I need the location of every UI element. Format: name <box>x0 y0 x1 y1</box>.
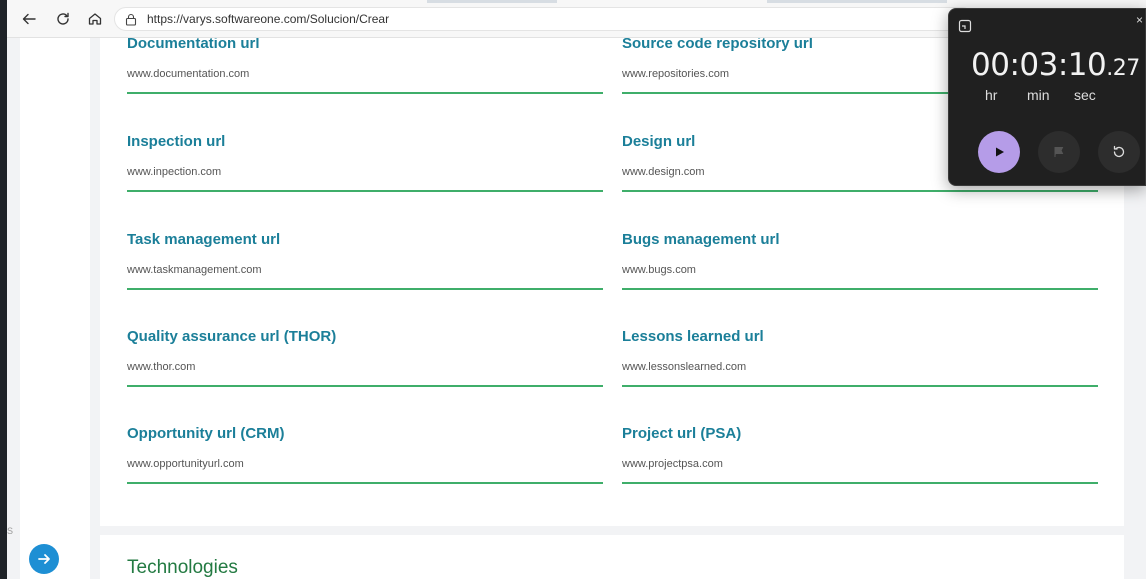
field-value[interactable]: www.projectpsa.com <box>622 457 1098 471</box>
time-main: 00:03:10 <box>971 47 1107 83</box>
address-bar[interactable]: https://varys.softwareone.com/Solucion/C… <box>114 7 974 31</box>
field-underline <box>622 190 1098 192</box>
field-value[interactable]: www.lessonslearned.com <box>622 360 1098 374</box>
field-value[interactable]: www.inpection.com <box>127 165 603 179</box>
play-button[interactable] <box>978 131 1020 173</box>
reset-button[interactable] <box>1098 131 1140 173</box>
home-button[interactable] <box>83 7 107 31</box>
unit-hr: hr <box>985 87 998 103</box>
field-underline <box>127 385 603 387</box>
technologies-title: Technologies <box>127 557 238 578</box>
field-label: Opportunity url (CRM) <box>127 425 285 442</box>
field-underline <box>127 482 603 484</box>
project-url-field: Project url (PSA) www.projectpsa.com <box>622 424 1098 484</box>
field-underline <box>622 482 1098 484</box>
flag-icon <box>1054 147 1064 157</box>
bugs-management-url-field: Bugs management url www.bugs.com <box>622 230 1098 290</box>
compact-overlay-button[interactable] <box>958 19 974 35</box>
field-label: Lessons learned url <box>622 328 764 345</box>
home-icon <box>88 13 102 25</box>
unit-min: min <box>1027 87 1050 103</box>
close-icon[interactable]: × <box>1136 13 1143 27</box>
field-value[interactable]: www.documentation.com <box>127 67 603 81</box>
url-text: https://varys.softwareone.com/Solucion/C… <box>147 12 390 26</box>
quality-assurance-url-field: Quality assurance url (THOR) www.thor.co… <box>127 327 603 387</box>
arrow-right-icon <box>38 554 50 564</box>
field-value[interactable]: www.bugs.com <box>622 263 1098 277</box>
lessons-learned-url-field: Lessons learned url www.lessonslearned.c… <box>622 327 1098 387</box>
field-label: Project url (PSA) <box>622 425 742 442</box>
tab-strip-hint <box>767 0 947 3</box>
field-underline <box>127 288 603 290</box>
compact-overlay-icon <box>958 19 972 33</box>
field-label: Quality assurance url (THOR) <box>127 328 337 345</box>
unit-sec: sec <box>1074 87 1096 103</box>
reload-icon <box>57 12 69 25</box>
reload-button[interactable] <box>51 7 75 31</box>
stopwatch-window: × 00:03:10.27 hr min sec <box>948 8 1146 186</box>
field-underline <box>622 288 1098 290</box>
edge-letter: S <box>7 526 14 536</box>
field-label: Inspection url <box>127 133 226 150</box>
reset-icon <box>1113 145 1125 158</box>
field-label: Documentation url <box>127 38 260 52</box>
field-underline <box>127 190 603 192</box>
tab-strip-hint <box>427 0 557 3</box>
lock-icon <box>125 12 139 26</box>
back-arrow-icon <box>22 13 36 25</box>
documentation-url-field: Documentation url www.documentation.com <box>127 38 603 94</box>
side-panel <box>20 38 90 579</box>
elapsed-time: 00:03:10.27 <box>971 47 1140 83</box>
field-underline <box>622 385 1098 387</box>
back-button[interactable] <box>17 7 41 31</box>
field-underline <box>127 92 603 94</box>
inspection-url-field: Inspection url www.inpection.com <box>127 132 603 192</box>
screen-edge <box>0 0 7 579</box>
field-value[interactable]: www.thor.com <box>127 360 603 374</box>
field-value[interactable]: www.opportunityurl.com <box>127 457 603 471</box>
technologies-card: Technologies <box>100 535 1124 579</box>
task-management-url-field: Task management url www.taskmanagement.c… <box>127 230 603 290</box>
play-icon <box>996 147 1004 157</box>
opportunity-url-field: Opportunity url (CRM) www.opportunityurl… <box>127 424 603 484</box>
time-fraction: .27 <box>1106 56 1140 81</box>
field-label: Bugs management url <box>622 231 780 248</box>
field-label: Task management url <box>127 231 281 248</box>
expand-sidebar-button[interactable] <box>29 544 59 574</box>
field-value[interactable]: www.taskmanagement.com <box>127 263 603 277</box>
lap-button[interactable] <box>1038 131 1080 173</box>
